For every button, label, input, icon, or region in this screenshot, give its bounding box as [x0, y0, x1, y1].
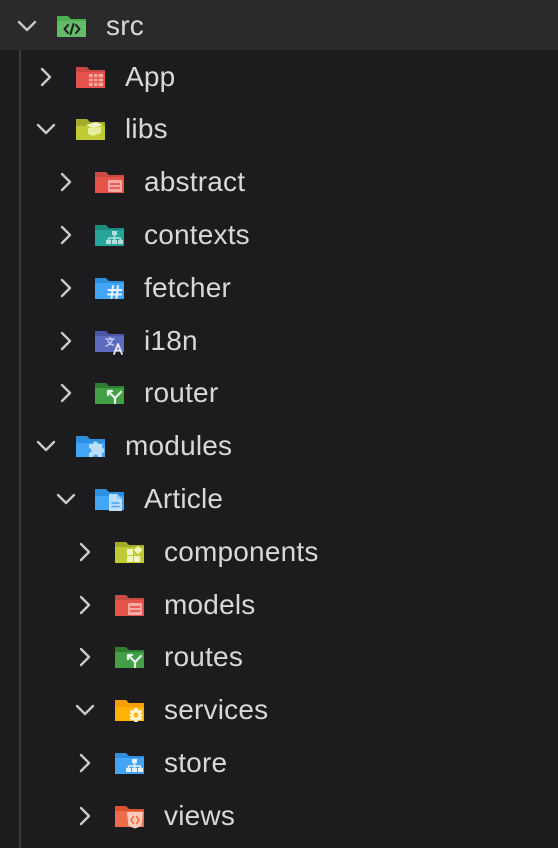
tree-row-libs[interactable]: libs: [0, 103, 558, 155]
document-folder-icon: [93, 483, 127, 515]
tree-row-fetcher[interactable]: fetcher: [0, 262, 558, 314]
tree-item-label: services: [164, 694, 269, 725]
tree-item-label: App: [125, 61, 176, 92]
chevron-right-icon[interactable]: [72, 592, 98, 618]
library-folder-icon: [74, 113, 108, 145]
tree-item-label: components: [164, 536, 319, 567]
tree-item-label: store: [164, 747, 228, 778]
chevron-right-icon[interactable]: [72, 539, 98, 565]
chevron-down-icon[interactable]: [33, 116, 59, 142]
chevron-down-icon[interactable]: [33, 433, 59, 459]
chevron-down-icon[interactable]: [14, 13, 40, 39]
tree-row-src[interactable]: src: [0, 0, 558, 52]
puzzle-folder-icon: [74, 430, 108, 462]
tree-row-i18n[interactable]: i18n: [0, 315, 558, 367]
tree-row-modules[interactable]: modules: [0, 420, 558, 472]
models-folder-icon: [113, 589, 147, 621]
tree-item-label: contexts: [144, 219, 250, 250]
translate-folder-icon: [93, 325, 127, 357]
tree-row-routes[interactable]: routes: [0, 631, 558, 683]
tree-row-contexts[interactable]: contexts: [0, 209, 558, 261]
tree-row-router[interactable]: router: [0, 367, 558, 419]
html-folder-icon: [113, 800, 147, 832]
chevron-right-icon[interactable]: [53, 328, 79, 354]
gear-folder-icon: [113, 694, 147, 726]
chevron-right-icon[interactable]: [53, 169, 79, 195]
tree-item-label: models: [164, 589, 256, 620]
hash-folder-icon: [93, 272, 127, 304]
tree-item-label: libs: [125, 113, 168, 144]
tree-item-label: abstract: [144, 166, 246, 197]
tree-row-app[interactable]: App: [0, 51, 558, 103]
tree-item-label: Article: [144, 483, 224, 514]
chevron-right-icon[interactable]: [53, 222, 79, 248]
tree-item-label: fetcher: [144, 272, 231, 303]
tree-item-label: modules: [125, 430, 233, 461]
tree-item-label: router: [144, 377, 219, 408]
chevron-right-icon[interactable]: [33, 64, 59, 90]
tree-item-label: routes: [164, 641, 244, 672]
chevron-right-icon[interactable]: [72, 750, 98, 776]
source-folder-icon: [55, 10, 89, 42]
hierarchy-folder-icon: [93, 219, 127, 251]
tree-row-components[interactable]: components: [0, 526, 558, 578]
tree-item-label: src: [106, 10, 144, 41]
tree-row-article[interactable]: Article: [0, 473, 558, 525]
tree-row-views[interactable]: views: [0, 790, 558, 842]
route-folder-icon: [93, 377, 127, 409]
route-folder-icon: [113, 641, 147, 673]
chevron-right-icon[interactable]: [53, 380, 79, 406]
tree-item-label: views: [164, 800, 236, 831]
chevron-right-icon[interactable]: [72, 644, 98, 670]
tree-row-store[interactable]: store: [0, 737, 558, 789]
chevron-right-icon[interactable]: [53, 275, 79, 301]
chevron-down-icon[interactable]: [53, 486, 79, 512]
tree-row-abstract[interactable]: abstract: [0, 156, 558, 208]
app-folder-icon: [74, 61, 108, 93]
abstract-folder-icon: [93, 166, 127, 198]
tree-row-models[interactable]: models: [0, 579, 558, 631]
chevron-down-icon[interactable]: [72, 697, 98, 723]
file-explorer-tree: src App libs abstract contexts fetcher i…: [0, 0, 558, 848]
tree-row-services[interactable]: services: [0, 684, 558, 736]
chevron-right-icon[interactable]: [72, 803, 98, 829]
components-folder-icon: [113, 536, 147, 568]
tree-item-label: i18n: [144, 325, 198, 356]
hierarchy-folder-icon: [113, 747, 147, 779]
